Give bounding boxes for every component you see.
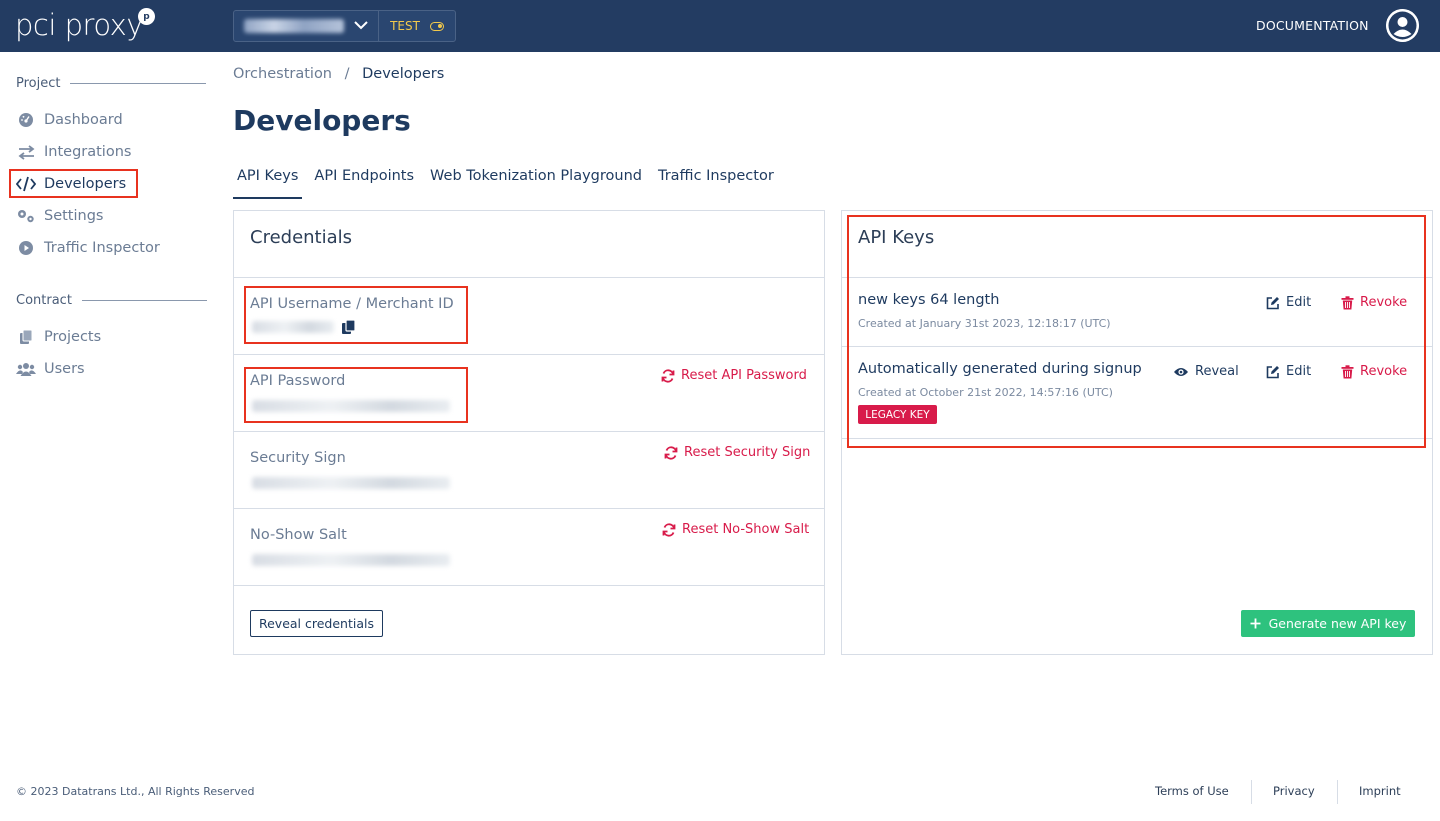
gears-icon: [16, 207, 36, 225]
breadcrumb-current: Developers: [362, 66, 445, 82]
refresh-icon: [662, 522, 676, 537]
logo[interactable]: pci proxy: [15, 8, 144, 42]
breadcrumb-parent[interactable]: Orchestration: [233, 66, 332, 82]
sidebar-item-dashboard[interactable]: Dashboard: [16, 108, 123, 132]
privacy-link[interactable]: Privacy: [1273, 784, 1315, 798]
tab-web-tokenization-playground[interactable]: Web Tokenization Playground: [426, 160, 646, 199]
sidebar-item-traffic-inspector[interactable]: Traffic Inspector: [16, 236, 160, 260]
breadcrumb-separator: /: [344, 66, 350, 82]
sidebar-item-settings[interactable]: Settings: [16, 204, 103, 228]
tab-api-keys[interactable]: API Keys: [233, 160, 303, 199]
no-show-salt-label: No-Show Salt: [250, 527, 347, 543]
project-name-redacted: [244, 19, 344, 33]
imprint-link[interactable]: Imprint: [1359, 784, 1401, 798]
users-icon: [16, 360, 36, 378]
breadcrumb: Orchestration / Developers: [233, 66, 444, 82]
user-avatar-icon[interactable]: [1386, 9, 1419, 42]
password-highlight-box: [244, 367, 468, 423]
dashboard-icon: [16, 111, 36, 129]
copyright: © 2023 Datatrans Ltd., All Rights Reserv…: [16, 785, 255, 798]
documentation-link[interactable]: DOCUMENTATION: [1256, 18, 1369, 33]
username-highlight-box: [244, 286, 468, 344]
generate-api-key-button[interactable]: Generate new API key: [1241, 610, 1415, 637]
tab-api-endpoints[interactable]: API Endpoints: [310, 160, 418, 199]
refresh-icon: [664, 445, 678, 460]
chevron-down-icon: [354, 21, 368, 30]
reset-api-password-link[interactable]: Reset API Password: [661, 368, 807, 383]
copy-icon: [16, 328, 36, 346]
refresh-icon: [661, 368, 675, 383]
reset-security-sign-link[interactable]: Reset Security Sign: [664, 445, 810, 460]
credentials-title: Credentials: [250, 227, 353, 248]
terms-of-use-link[interactable]: Terms of Use: [1155, 784, 1229, 798]
tab-bar: API Keys API Endpoints Web Tokenization …: [233, 160, 786, 199]
reset-no-show-salt-link[interactable]: Reset No-Show Salt: [662, 522, 809, 537]
security-sign-label: Security Sign: [250, 450, 346, 466]
api-keys-highlight-box: [847, 215, 1426, 448]
test-mode-toggle[interactable]: TEST: [379, 11, 455, 41]
logo-badge: p: [138, 8, 155, 25]
play-circle-icon: [16, 239, 36, 257]
developers-highlight-box: [9, 169, 138, 198]
top-bar: pci proxy p TEST DOCUMENTATION: [0, 0, 1440, 52]
reveal-credentials-button[interactable]: Reveal credentials: [250, 610, 383, 637]
contract-section-heading: Contract: [16, 293, 207, 308]
sidebar-item-users[interactable]: Users: [16, 357, 85, 381]
sidebar-item-integrations[interactable]: Integrations: [16, 140, 131, 164]
plus-icon: [1250, 618, 1261, 629]
toggle-icon: [429, 21, 444, 31]
test-mode-label: TEST: [390, 19, 420, 33]
project-select[interactable]: [234, 11, 379, 41]
security-sign-redacted: [252, 477, 450, 489]
project-section-heading: Project: [16, 76, 207, 91]
page-title: Developers: [233, 104, 411, 137]
tab-traffic-inspector[interactable]: Traffic Inspector: [654, 160, 778, 199]
sidebar-item-projects[interactable]: Projects: [16, 325, 101, 349]
environment-switcher: TEST: [233, 10, 456, 42]
arrows-exchange-icon: [16, 143, 36, 161]
no-show-salt-redacted: [252, 554, 450, 566]
